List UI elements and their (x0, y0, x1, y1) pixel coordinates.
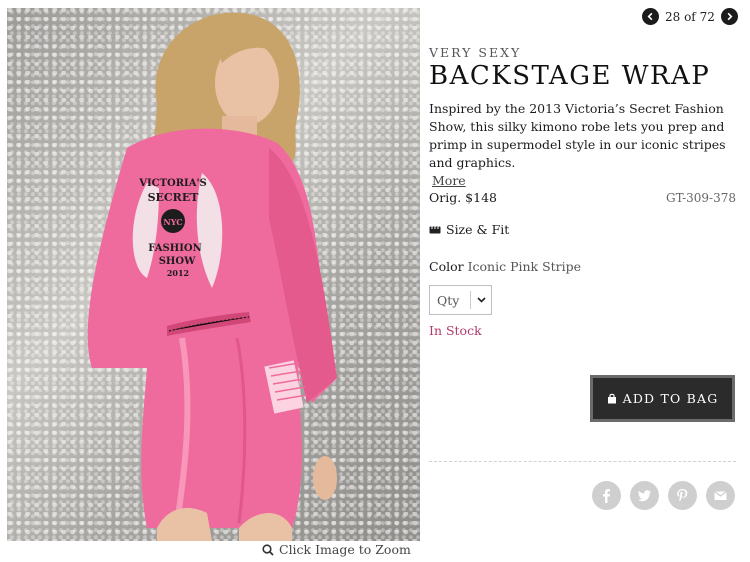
facebook-share-button[interactable] (592, 481, 621, 510)
product-description: Inspired by the 2013 Victoria’s Secret F… (429, 100, 744, 190)
magnifier-icon (262, 543, 274, 556)
robe-print-line: 2012 (167, 268, 189, 278)
description-text: Inspired by the 2013 Victoria’s Secret F… (429, 101, 726, 170)
robe-print-line: NYC (163, 217, 182, 227)
chevron-left-icon (647, 12, 653, 21)
product-image[interactable]: VICTORIA'S SECRET NYC FASHION SHOW 2012 (7, 8, 420, 541)
pager-count: 28 of 72 (665, 9, 715, 24)
email-icon (714, 491, 727, 500)
pinterest-share-button[interactable] (668, 481, 697, 510)
zoom-hint-label: Click Image to Zoom (279, 542, 411, 557)
next-button[interactable] (720, 8, 738, 25)
robe-print-line: VICTORIA'S (138, 178, 207, 189)
stock-status: In Stock (429, 323, 482, 338)
chevron-right-icon (727, 12, 733, 21)
add-to-bag-label: ADD TO BAG (622, 391, 719, 406)
facebook-icon (603, 489, 610, 503)
price: Orig. $148 (429, 190, 497, 205)
size-fit-label: Size & Fit (446, 222, 510, 237)
pinterest-icon (677, 489, 688, 502)
pager: 28 of 72 (642, 8, 738, 25)
product-title: BACKSTAGE WRAP (429, 61, 711, 91)
add-to-bag-button[interactable]: ADD TO BAG (590, 375, 735, 422)
product-subtitle: VERY SEXY (429, 45, 522, 60)
twitter-share-button[interactable] (630, 481, 659, 510)
color-value: Iconic Pink Stripe (467, 259, 582, 274)
previous-button[interactable] (642, 8, 659, 25)
quantity-label: Qty (437, 292, 460, 308)
model-in-robe-illustration: VICTORIA'S SECRET NYC FASHION SHOW 2012 (87, 12, 337, 541)
chevron-down-icon (476, 297, 486, 303)
sku: GT-309-378 (666, 191, 736, 205)
shopping-bag-icon (607, 393, 616, 404)
robe-print-line: FASHION (148, 243, 201, 254)
robe-print-line: SECRET (148, 191, 200, 204)
social-share (592, 481, 735, 510)
robe-print-line: SHOW (159, 256, 196, 267)
size-fit-link[interactable]: Size & Fit (429, 222, 509, 237)
color-selection: Color Iconic Pink Stripe (429, 259, 581, 274)
quantity-dropdown[interactable] (471, 297, 491, 303)
twitter-icon (637, 490, 651, 502)
quantity-select[interactable]: Qty (429, 285, 492, 315)
ruler-icon (429, 226, 441, 233)
divider (429, 461, 736, 462)
email-share-button[interactable] (706, 481, 735, 510)
color-label: Color (429, 259, 464, 274)
zoom-hint[interactable]: Click Image to Zoom (262, 542, 411, 557)
more-link[interactable]: More (432, 172, 466, 190)
